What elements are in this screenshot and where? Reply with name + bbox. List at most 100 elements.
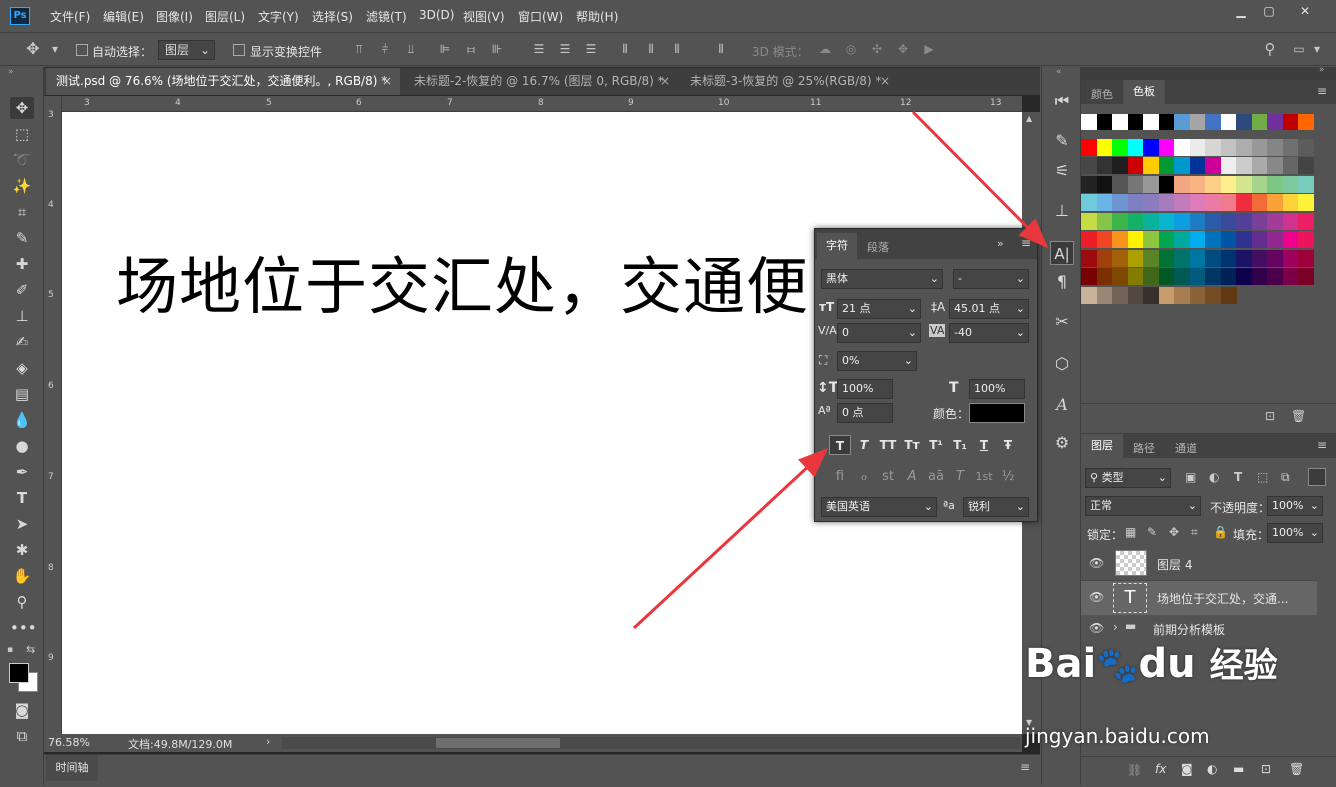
swatch[interactable] <box>1096 138 1113 156</box>
horizontal-scale-field[interactable]: 100% <box>969 379 1025 399</box>
align-vcenter-icon[interactable]: ⫩ <box>378 42 392 56</box>
properties-panel-icon[interactable]: ⚙ <box>1050 431 1074 455</box>
swatch[interactable] <box>1127 212 1144 230</box>
swatch[interactable] <box>1143 138 1159 156</box>
swatch[interactable] <box>1158 231 1175 248</box>
eye-icon[interactable]: 👁 <box>1089 621 1104 635</box>
distribute-vcenter-icon[interactable]: ☰ <box>558 42 572 56</box>
layer-row[interactable]: 👁 › ▬ 前期分析模板 <box>1081 616 1317 642</box>
swatch[interactable] <box>1298 138 1314 156</box>
swatch[interactable] <box>1282 175 1299 193</box>
align-hcenter-icon[interactable]: ⧦ <box>464 42 478 56</box>
link-layers-icon[interactable]: ⛓ <box>1127 763 1142 777</box>
font-family-dropdown[interactable]: 黑体 ⌄ <box>821 269 943 289</box>
font-size-field[interactable]: 21 点 ⌄ <box>837 299 921 319</box>
swatch[interactable] <box>1298 194 1314 211</box>
marquee-tool-icon[interactable]: ⬚ <box>10 123 34 145</box>
swatch[interactable] <box>1143 157 1159 174</box>
swatch[interactable] <box>1251 194 1268 211</box>
distribute-bottom-icon[interactable]: ☰ <box>584 42 598 56</box>
swatch[interactable] <box>1220 268 1237 285</box>
swatch[interactable] <box>1096 212 1113 230</box>
layer-row[interactable]: 👁 图层 4 <box>1081 547 1317 581</box>
history-panel-icon[interactable]: ⏮ <box>1050 89 1074 113</box>
swatch[interactable] <box>1127 249 1144 267</box>
swatch[interactable] <box>1282 194 1299 211</box>
paragraph-panel-icon[interactable]: ¶ <box>1050 270 1074 294</box>
antialias-dropdown[interactable]: 锐利 ⌄ <box>963 497 1029 517</box>
underline-button[interactable]: T <box>973 435 995 455</box>
chevron-down-icon[interactable]: ▾ <box>1310 42 1324 56</box>
tsume-field[interactable]: 0% ⌄ <box>837 351 917 371</box>
swatch[interactable] <box>1236 268 1252 285</box>
baseline-shift-field[interactable]: 0 点 <box>837 403 893 423</box>
swatch[interactable] <box>1189 268 1206 285</box>
workspace-icon[interactable]: ▭ <box>1292 42 1306 56</box>
ordinals-button[interactable]: 1st <box>973 467 995 487</box>
swatch[interactable] <box>1143 286 1159 304</box>
chevron-down-icon[interactable]: ▾ <box>48 42 62 56</box>
zoom-tool-icon[interactable]: ⚲ <box>10 591 34 613</box>
swatch[interactable] <box>1282 231 1299 248</box>
ligatures-button[interactable]: ﬁ <box>829 467 851 487</box>
swatch[interactable] <box>1096 268 1113 285</box>
lasso-tool-icon[interactable]: ➰ <box>10 149 34 171</box>
lock-image-icon[interactable]: ✎ <box>1147 525 1157 539</box>
swatch[interactable] <box>1143 194 1159 211</box>
crop-tool-icon[interactable]: ⌗ <box>10 201 34 223</box>
magic-wand-tool-icon[interactable]: ✨ <box>10 175 34 197</box>
tab-color[interactable]: 颜色 <box>1091 86 1113 102</box>
tab-channels[interactable]: 通道 <box>1175 440 1197 456</box>
pen-tool-icon[interactable]: ✒ <box>10 461 34 483</box>
subscript-button[interactable]: T₁ <box>949 435 971 455</box>
swatch[interactable] <box>1282 268 1299 285</box>
swatch[interactable] <box>1081 268 1097 285</box>
swatch[interactable] <box>1205 138 1221 156</box>
swatch[interactable] <box>1081 114 1097 130</box>
align-bottom-icon[interactable]: ⫫ <box>404 42 418 56</box>
path-selection-tool-icon[interactable]: ➤ <box>10 513 34 535</box>
swatch[interactable] <box>1127 268 1144 285</box>
swatch[interactable] <box>1267 114 1283 130</box>
swatch[interactable] <box>1251 249 1268 267</box>
layer-mask-icon[interactable]: ◙ <box>1181 762 1193 776</box>
swatch[interactable] <box>1112 286 1128 304</box>
small-caps-button[interactable]: Tт <box>901 435 923 455</box>
swatch[interactable] <box>1205 157 1221 174</box>
swatch[interactable] <box>1081 231 1097 248</box>
type-tool-icon[interactable]: T <box>10 487 34 509</box>
swatch[interactable] <box>1205 212 1221 230</box>
swatch[interactable] <box>1251 114 1268 130</box>
swatch[interactable] <box>1127 231 1144 248</box>
gradient-tool-icon[interactable]: ▤ <box>10 383 34 405</box>
clone-stamp-tool-icon[interactable]: ⊥ <box>10 305 34 327</box>
adjustment-layer-icon[interactable]: ◐ <box>1207 762 1217 776</box>
swatch[interactable] <box>1158 212 1175 230</box>
quick-mask-icon[interactable]: ◙ <box>10 699 34 721</box>
stylistic-alternates-button[interactable]: aā <box>925 467 947 487</box>
tab-document-1[interactable]: 测试.psd @ 76.6% (场地位于交汇处，交通便利。, RGB/8) * × <box>46 68 400 95</box>
swatch[interactable] <box>1174 249 1190 267</box>
custom-shape-tool-icon[interactable]: ✱ <box>10 539 34 561</box>
swatch[interactable] <box>1174 138 1190 156</box>
new-group-icon[interactable]: ▬ <box>1233 762 1244 776</box>
scrollbar-thumb[interactable] <box>436 738 560 748</box>
swatch[interactable] <box>1112 175 1128 193</box>
swatch[interactable] <box>1081 194 1097 211</box>
collapse-icon[interactable]: « <box>1056 67 1062 77</box>
fractions-button[interactable]: ½ <box>997 467 1019 487</box>
opacity-field[interactable]: 100% ⌄ <box>1267 496 1323 516</box>
swatch[interactable] <box>1298 249 1314 267</box>
lock-all-icon[interactable]: 🔒 <box>1213 525 1228 539</box>
align-left-icon[interactable]: ⊫ <box>438 42 452 56</box>
history-brush-tool-icon[interactable]: ✍ <box>10 331 34 353</box>
3d-rotate-icon[interactable]: ☁ <box>818 42 832 56</box>
language-dropdown[interactable]: 美国英语 ⌄ <box>821 497 937 517</box>
clone-source-icon[interactable]: ⊥ <box>1050 199 1074 223</box>
tab-character[interactable]: 字符 <box>817 233 857 259</box>
tab-document-2[interactable]: 未标题-2-恢复的 @ 16.7% (图层 0, RGB/8) * × <box>404 68 678 95</box>
lock-artboard-icon[interactable]: ⌗ <box>1191 525 1198 540</box>
swatch[interactable] <box>1236 194 1252 211</box>
swatch[interactable] <box>1081 212 1097 230</box>
swatch[interactable] <box>1143 231 1159 248</box>
